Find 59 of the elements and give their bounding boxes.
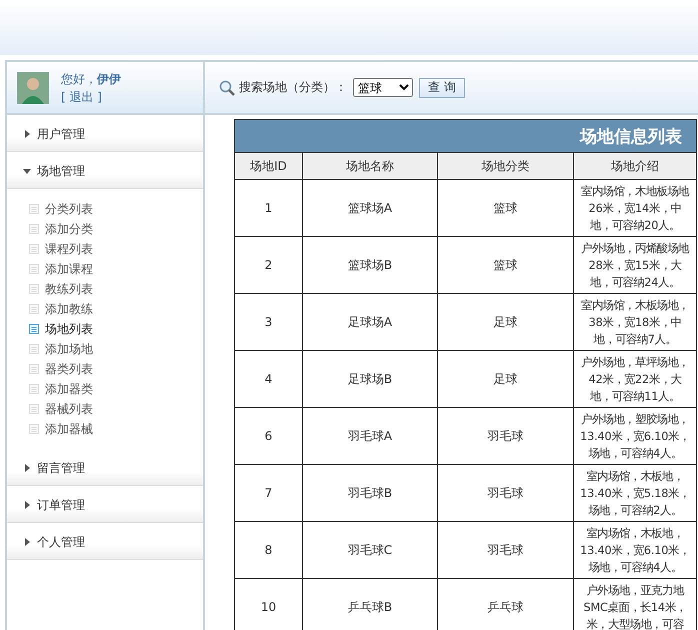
table-cell: 足球 xyxy=(438,350,574,408)
table-cell: 足球场A xyxy=(302,294,438,350)
table-cell-text: 室内场馆，木板地， 13.40米，宽5.18米， 场地，可容纳2人。 xyxy=(579,468,691,518)
column-header: 场地名称 xyxy=(302,152,438,180)
caret-right-icon xyxy=(23,130,31,138)
table-cell: 篮球场A xyxy=(302,180,438,236)
menu-item[interactable]: 场地列表 xyxy=(45,320,93,338)
table-cell: 2 xyxy=(234,236,302,294)
table-cell-text: 户外场地，丙烯酸场地 28米，宽15米，大 地，可容纳24人。 xyxy=(580,240,690,290)
logout-link[interactable]: [ 退出 ] xyxy=(61,89,121,106)
menu-item[interactable]: 课程列表 xyxy=(45,240,93,258)
menu-item[interactable]: 添加器类 xyxy=(45,380,93,398)
table-cell: 足球 xyxy=(438,294,574,350)
menu-item[interactable]: 添加器械 xyxy=(45,420,93,438)
table-cell: 7 xyxy=(234,464,302,522)
table-cell-text: 户外场地，草坪场地， 42米，宽22米，大 地，可容纳11人。 xyxy=(580,354,690,404)
table-cell-text: 户外场地，塑胶场地， 13.40米，宽6.10米， 场地，可容纳4人。 xyxy=(579,412,691,462)
table-cell: 4 xyxy=(234,350,302,408)
table-cell-text: 室内场馆，木板地， 13.40米，宽6.10米， 场地，可容纳4人。 xyxy=(579,526,691,576)
table-cell: 篮球 xyxy=(438,236,574,294)
menu-item[interactable]: 器械列表 xyxy=(45,400,93,418)
search-label: 搜索场地（分类）： xyxy=(239,79,347,96)
table-cell: 羽毛球B xyxy=(302,464,438,522)
table-cell-text: 室内场馆，木板场地， 38米，宽18米，中 地，可容纳7人。 xyxy=(580,298,690,348)
menu-item[interactable]: 器类列表 xyxy=(45,360,93,378)
table-cell: 3 xyxy=(234,294,302,350)
menu-item[interactable]: 分类列表 xyxy=(45,200,93,218)
table-cell: 羽毛球 xyxy=(438,408,574,464)
table-cell: 羽毛球A xyxy=(302,408,438,464)
table-cell: 羽毛球 xyxy=(438,522,574,578)
table-cell: 1 xyxy=(234,180,302,236)
column-header: 场地介绍 xyxy=(574,152,696,180)
table-cell-text: 户外场地，亚克力地 SMC桌面，长14米， 米，大型场地，可容 xyxy=(582,582,688,630)
search-icon xyxy=(219,80,235,96)
menu-item[interactable]: 添加分类 xyxy=(45,220,93,238)
table-cell: 10 xyxy=(234,578,302,630)
caret-right-icon xyxy=(23,464,31,472)
caret-down-icon xyxy=(23,167,31,175)
search-button[interactable]: 查 询 xyxy=(419,78,465,98)
table-cell: 羽毛球 xyxy=(438,464,574,522)
table-title: 场地信息列表 xyxy=(580,126,682,148)
column-header: 场地ID xyxy=(234,152,302,180)
table-cell: 足球场B xyxy=(302,350,438,408)
table-cell: 篮球 xyxy=(438,180,574,236)
table-cell: 篮球场B xyxy=(302,236,438,294)
greeting-text: 您好，伊伊 xyxy=(61,71,121,88)
category-select[interactable]: 篮球 xyxy=(353,78,413,97)
menu-item[interactable]: 添加教练 xyxy=(45,300,93,318)
menu-item[interactable]: 添加场地 xyxy=(45,340,93,358)
menu-item[interactable]: 添加课程 xyxy=(45,260,93,278)
menu-item[interactable]: 教练列表 xyxy=(45,280,93,298)
avatar-icon xyxy=(17,72,49,104)
table-cell-text: 室内场馆，木地板场地 26米，宽14米，中 地，可容纳20人。 xyxy=(580,184,690,234)
caret-right-icon xyxy=(23,501,31,509)
column-header: 场地分类 xyxy=(438,152,574,180)
caret-right-icon xyxy=(23,538,31,546)
table-cell: 6 xyxy=(234,408,302,464)
table-cell: 8 xyxy=(234,522,302,578)
table-cell: 羽毛球C xyxy=(302,522,438,578)
